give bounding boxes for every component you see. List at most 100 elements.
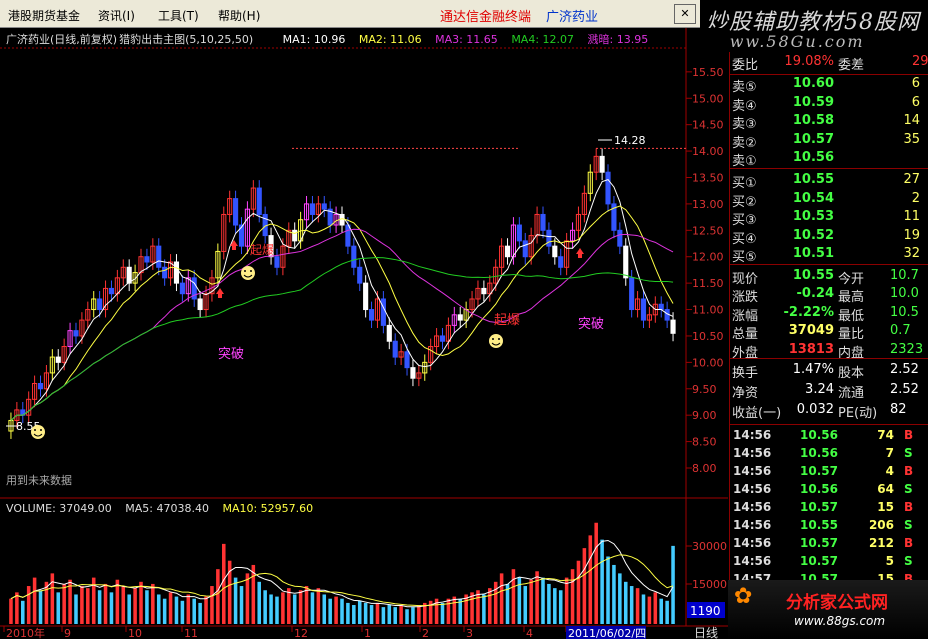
candle-body bbox=[552, 245, 558, 258]
candle-body bbox=[546, 229, 552, 247]
close-icon[interactable]: ✕ bbox=[674, 4, 696, 24]
stat-label: 涨跌 bbox=[732, 290, 759, 306]
candle-body bbox=[670, 319, 676, 334]
weicha-label: 委差 bbox=[838, 58, 865, 73]
tick-row: 14:56 10.57 212 B bbox=[730, 536, 928, 554]
tick-time: 14:56 bbox=[733, 536, 772, 550]
stat-label-2: 今开 bbox=[838, 272, 865, 287]
tick-price: 10.56 bbox=[800, 428, 838, 442]
stat-row: 涨跌 -0.24 最高 10.0 bbox=[730, 286, 928, 306]
ask-row[interactable]: 卖⑤ 10.60 6 bbox=[730, 76, 928, 95]
stat-value-2: 82 bbox=[890, 402, 907, 417]
book-volume: 32 bbox=[903, 246, 920, 262]
candle-body bbox=[516, 224, 522, 242]
stat-value: 1.47% bbox=[792, 362, 834, 377]
tick-row: 14:56 10.56 74 B bbox=[730, 428, 928, 446]
menu-item-help[interactable]: 帮助(H) bbox=[218, 7, 260, 24]
menu-item-info[interactable]: 资讯(I) bbox=[98, 7, 135, 24]
high-label: 14.28 bbox=[614, 134, 646, 147]
signal-rise: 起爆 bbox=[494, 313, 520, 328]
book-label: 卖① bbox=[732, 154, 757, 170]
tick-side: B bbox=[904, 500, 914, 514]
period-label[interactable]: 日线 bbox=[694, 626, 718, 639]
stat-value-2: 10.5 bbox=[890, 304, 919, 320]
candle-body bbox=[309, 203, 316, 215]
stat-row: 外盘 13813 内盘 2323 bbox=[730, 341, 928, 361]
book-label: 买⑤ bbox=[732, 250, 757, 266]
book-label: 买① bbox=[732, 176, 757, 191]
ask-row[interactable]: 卖④ 10.59 6 bbox=[730, 94, 928, 114]
book-price: 10.53 bbox=[792, 209, 834, 225]
book-price: 10.54 bbox=[792, 190, 834, 206]
candle-body bbox=[162, 266, 168, 279]
stat-label-2: 流通 bbox=[838, 386, 865, 401]
price-tick-label: 15.00 bbox=[692, 92, 724, 105]
tick-volume: 206 bbox=[868, 518, 894, 532]
book-volume: 6 bbox=[911, 94, 920, 110]
candle-body bbox=[351, 245, 357, 268]
stat-row: 总量 37049 量比 0.7 bbox=[730, 323, 928, 343]
book-price: 10.59 bbox=[792, 94, 834, 110]
date-tick-label: 2 bbox=[422, 627, 429, 639]
chart-area[interactable]: 15.50 15.00 14.50 14.00 13.50 13.00 12.50 12.00… bbox=[0, 28, 728, 639]
bid-row[interactable]: 买③ 10.53 11 bbox=[730, 209, 928, 228]
tick-side: B bbox=[904, 464, 914, 478]
candle-body bbox=[144, 256, 150, 263]
book-label: 买② bbox=[732, 194, 757, 210]
indicator-name: 猎豹出击主图(5,10,25,50) bbox=[119, 33, 254, 46]
ask-row[interactable]: 卖① 10.56 bbox=[730, 150, 928, 170]
tick-side: S bbox=[904, 554, 913, 568]
bid-row[interactable]: 买② 10.54 2 bbox=[730, 190, 928, 210]
stat-label-2: 量比 bbox=[838, 327, 865, 343]
price-tick-label: 10.00 bbox=[692, 356, 724, 369]
book-price: 10.57 bbox=[792, 131, 834, 147]
price-tick-label: 11.00 bbox=[692, 304, 724, 317]
ma1-value: MA1: 10.96 bbox=[282, 33, 346, 46]
date-tick-label: 9 bbox=[64, 627, 71, 639]
tick-time: 14:56 bbox=[733, 464, 772, 478]
tick-price: 10.56 bbox=[800, 482, 838, 496]
stat-label-2: 股本 bbox=[838, 366, 865, 381]
book-volume: 35 bbox=[903, 131, 920, 147]
ask-row[interactable]: 卖③ 10.58 14 bbox=[730, 113, 928, 132]
bid-row[interactable]: 买④ 10.52 19 bbox=[730, 227, 928, 247]
candle-body bbox=[73, 330, 79, 337]
tick-side: S bbox=[904, 518, 913, 532]
stat-value: -2.22% bbox=[783, 304, 835, 320]
candle-body bbox=[274, 256, 280, 268]
candle-body bbox=[599, 155, 605, 173]
book-volume: 19 bbox=[903, 227, 920, 243]
stat-row: 净资 3.24 流通 2.52 bbox=[730, 382, 928, 401]
kline-chart[interactable]: 15.50 15.00 14.50 14.00 13.50 13.00 12.50 12.00… bbox=[0, 28, 728, 639]
candle-body bbox=[357, 266, 363, 284]
book-price: 10.56 bbox=[792, 150, 834, 166]
menu-item-tools[interactable]: 工具(T) bbox=[158, 7, 199, 24]
bid-row[interactable]: 买⑤ 10.51 32 bbox=[730, 246, 928, 266]
tick-side: B bbox=[904, 536, 914, 550]
date-tick-label: 10 bbox=[128, 627, 142, 639]
tick-row: 14:56 10.57 5 S bbox=[730, 554, 928, 572]
price-tick-label: 8.00 bbox=[692, 462, 717, 475]
stat-value: 13813 bbox=[788, 341, 834, 357]
candle-body bbox=[481, 287, 487, 295]
menu-item-hk-futures[interactable]: 港股期货基金 bbox=[8, 7, 80, 24]
candle-body bbox=[558, 256, 564, 268]
book-volume: 6 bbox=[911, 76, 920, 91]
candle-body bbox=[233, 198, 239, 226]
stat-value-2: 2.52 bbox=[890, 382, 919, 397]
stat-value-2: 0.7 bbox=[890, 323, 911, 339]
price-tick-label: 12.50 bbox=[692, 224, 724, 237]
ask-row[interactable]: 卖② 10.57 35 bbox=[730, 131, 928, 151]
candle-body bbox=[173, 261, 180, 284]
stat-label: 涨幅 bbox=[732, 308, 759, 324]
smiley-icon bbox=[489, 334, 503, 348]
stat-value: 10.55 bbox=[792, 268, 834, 283]
book-price: 10.52 bbox=[792, 227, 834, 243]
tick-price: 10.57 bbox=[800, 554, 838, 568]
ma3-value: MA3: 11.65 bbox=[435, 33, 498, 46]
volume-header: VOLUME: 37049.00 MA5: 47038.40 MA10: 529… bbox=[6, 502, 323, 515]
volume-value: VOLUME: 37049.00 bbox=[6, 502, 112, 515]
bid-row[interactable]: 买① 10.55 27 bbox=[730, 172, 928, 191]
date-tick-label: 11 bbox=[184, 627, 198, 639]
tick-volume: 4 bbox=[885, 464, 894, 478]
